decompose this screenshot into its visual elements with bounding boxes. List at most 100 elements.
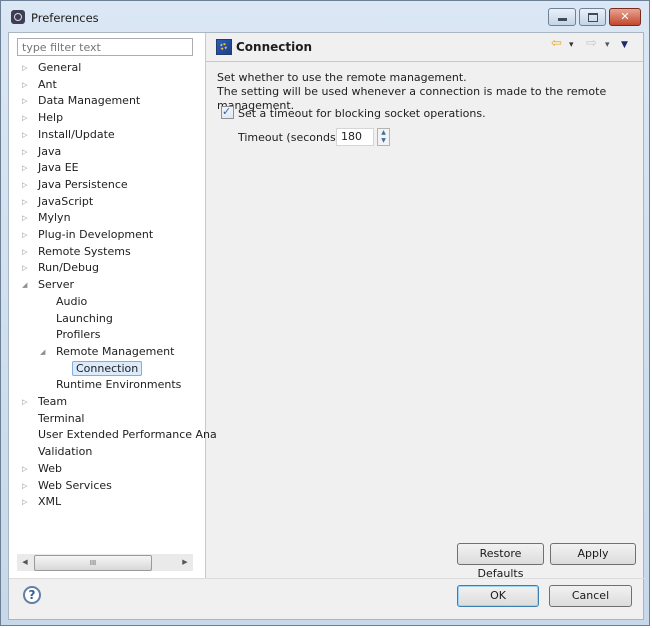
timeout-input[interactable]: 180: [336, 128, 374, 146]
collapsed-twisty-icon[interactable]: ▷: [22, 144, 30, 160]
timeout-checkbox[interactable]: [221, 104, 234, 120]
tree-item[interactable]: ▷ Run/Debug: [22, 260, 101, 276]
tree-item[interactable]: ▷ Install/Update: [22, 127, 117, 143]
tree-item-label: Validation: [38, 445, 93, 459]
scroll-thumb[interactable]: III: [34, 555, 152, 571]
collapsed-twisty-icon[interactable]: ▷: [22, 110, 30, 126]
tree-item[interactable]: User Extended Performance Ana: [22, 427, 219, 443]
collapsed-twisty-icon[interactable]: ▷: [22, 210, 30, 226]
tree-item-label: Remote Systems: [38, 244, 131, 258]
horizontal-scrollbar[interactable]: ◀ III ▶: [17, 554, 193, 571]
tree-item[interactable]: ▷ Data Management: [22, 93, 142, 109]
expanded-twisty-icon[interactable]: ◢: [22, 277, 30, 293]
tree-item[interactable]: Validation: [22, 444, 94, 460]
tree-item[interactable]: Launching: [40, 311, 115, 327]
tree-item[interactable]: ▷ Plug-in Development: [22, 227, 155, 243]
tree-item[interactable]: ▷ Java: [22, 144, 63, 160]
tree-item-label: Profilers: [56, 328, 101, 342]
description-line-1: Set whether to use the remote management…: [217, 71, 467, 84]
restore-defaults-button[interactable]: Restore Defaults: [457, 543, 544, 580]
collapsed-twisty-icon[interactable]: ▷: [22, 478, 30, 494]
tree-item[interactable]: ▷ Java EE: [22, 160, 81, 176]
tree-item-label: Remote Management: [56, 344, 175, 358]
collapsed-twisty-icon[interactable]: ▷: [22, 160, 30, 176]
collapsed-twisty-icon[interactable]: ▷: [22, 177, 30, 193]
tree-item[interactable]: ▷ Ant: [22, 77, 59, 93]
tree-item-label: Web: [38, 461, 62, 475]
tree-item-label: Ant: [38, 77, 57, 91]
help-icon[interactable]: ?: [23, 586, 41, 604]
tree-item[interactable]: Profilers: [40, 327, 102, 343]
tree-item[interactable]: ▷ Mylyn: [22, 210, 73, 226]
forward-history-dropdown-icon[interactable]: ▾: [605, 40, 610, 50]
tree-item-label: Runtime Environments: [56, 378, 182, 392]
tree-item[interactable]: Runtime Environments: [40, 377, 183, 393]
collapsed-twisty-icon[interactable]: ▷: [22, 494, 30, 510]
tree-item-label: Help: [38, 111, 64, 125]
close-icon: ✕: [620, 10, 630, 23]
preference-page: Connection ⇦ ▾ ⇨ ▾ ▼ Set whether to use …: [206, 33, 643, 580]
window-title: Preferences: [31, 11, 99, 25]
tree-item[interactable]: ▷ Remote Systems: [22, 244, 133, 260]
back-arrow-icon[interactable]: ⇦: [551, 36, 562, 51]
collapsed-twisty-icon[interactable]: ▷: [22, 60, 30, 76]
tree-item-label: Java: [38, 144, 62, 158]
apply-button[interactable]: Apply: [550, 543, 636, 565]
tree-item-label: Plug-in Development: [38, 228, 154, 241]
title-bar[interactable]: Preferences ✕: [1, 1, 649, 33]
timeout-spinner[interactable]: ▲ ▼: [377, 128, 390, 146]
view-menu-icon[interactable]: ▼: [621, 40, 628, 50]
scroll-left-icon[interactable]: ◀: [17, 554, 33, 571]
tree-item-label: Audio: [56, 294, 88, 308]
expanded-twisty-icon[interactable]: ◢: [40, 344, 48, 360]
ok-button[interactable]: OK: [457, 585, 539, 607]
page-header: Connection ⇦ ▾ ⇨ ▾ ▼: [206, 33, 643, 62]
tree-item[interactable]: ▷ JavaScript: [22, 194, 95, 210]
preference-tree-panel: ▷ General ▷ Ant ▷ Data Management ▷ Help ▷ Instal…: [9, 33, 217, 578]
collapsed-twisty-icon[interactable]: ▷: [22, 194, 30, 210]
filter-input[interactable]: [17, 38, 193, 56]
tree-item[interactable]: Audio: [40, 294, 89, 310]
collapsed-twisty-icon[interactable]: ▷: [22, 93, 30, 109]
collapsed-twisty-icon[interactable]: ▷: [22, 77, 30, 93]
tree-item-label: JavaScript: [38, 194, 94, 208]
cancel-button[interactable]: Cancel: [549, 585, 632, 607]
tree-item-label: Terminal: [38, 411, 85, 425]
eclipse-app-icon: [11, 10, 25, 24]
tree-item-label: Server: [38, 278, 75, 292]
tree-item[interactable]: ▷ Web: [22, 461, 64, 477]
tree-item[interactable]: ▷ General: [22, 60, 83, 76]
maximize-button[interactable]: [579, 8, 606, 26]
timeout-label: Timeout (seconds):: [238, 131, 344, 144]
tree-item[interactable]: ▷ XML: [22, 494, 63, 510]
collapsed-twisty-icon[interactable]: ▷: [22, 394, 30, 410]
tree-item-label: Java EE: [38, 161, 79, 175]
tree-item-label: Java Persistence: [38, 177, 128, 191]
back-history-dropdown-icon[interactable]: ▾: [569, 40, 574, 50]
timeout-row: Timeout (seconds): 180 ▲ ▼: [238, 128, 390, 148]
tree-item[interactable]: Terminal: [22, 411, 87, 427]
spin-down-icon[interactable]: ▼: [378, 137, 389, 145]
forward-arrow-icon[interactable]: ⇨: [586, 36, 597, 51]
minimize-button[interactable]: [548, 8, 576, 26]
collapsed-twisty-icon[interactable]: ▷: [22, 127, 30, 143]
tree-item-label: Run/Debug: [38, 261, 99, 275]
close-button[interactable]: ✕: [609, 8, 641, 26]
tree-item[interactable]: Connection: [58, 360, 143, 377]
collapsed-twisty-icon[interactable]: ▷: [22, 260, 30, 276]
tree-item[interactable]: ▷ Java Persistence: [22, 177, 130, 193]
spin-up-icon[interactable]: ▲: [378, 129, 389, 137]
collapsed-twisty-icon[interactable]: ▷: [22, 244, 30, 260]
tree-item[interactable]: ◢ Server: [22, 277, 76, 293]
tree-item-label: XML: [38, 495, 62, 509]
tree-item[interactable]: ◢ Remote Management: [40, 344, 176, 360]
tree-item[interactable]: ▷ Team: [22, 394, 69, 410]
scroll-right-icon[interactable]: ▶: [177, 554, 193, 571]
collapsed-twisty-icon[interactable]: ▷: [22, 461, 30, 477]
tree-item[interactable]: ▷ Help: [22, 110, 65, 126]
tree-item[interactable]: ▷ Web Services: [22, 478, 114, 494]
timeout-checkbox-row[interactable]: Set a timeout for blocking socket operat…: [221, 104, 486, 122]
collapsed-twisty-icon[interactable]: ▷: [22, 227, 30, 243]
tree-item-label: User Extended Performance Ana: [38, 428, 217, 442]
tree-item-label: General: [38, 61, 82, 74]
